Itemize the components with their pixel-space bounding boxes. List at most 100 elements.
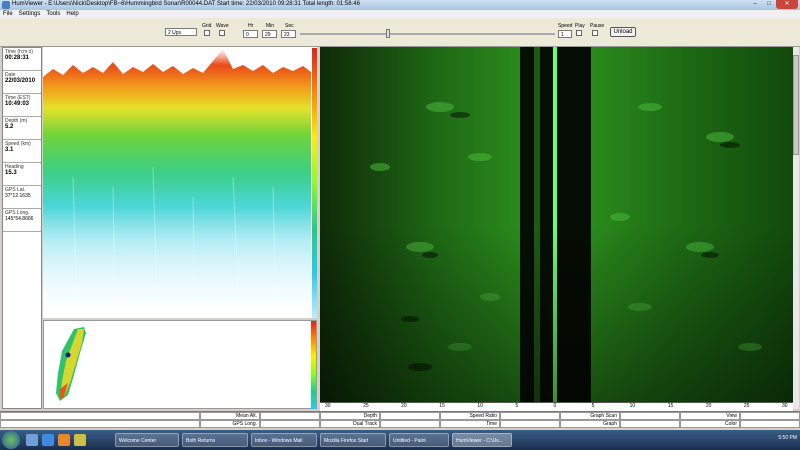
start-button[interactable] [2, 431, 20, 449]
down-sonar-view [43, 47, 317, 318]
ruler-label: 30 [325, 403, 331, 409]
ruler-label: 5 [515, 403, 519, 409]
speed-stepper[interactable]: 1 [558, 30, 572, 38]
table-cell-blank [380, 412, 440, 420]
info-depth: Depth (m) 5.2 [3, 117, 41, 140]
pause-checkbox[interactable] [592, 30, 598, 36]
taskbar-item-humviewer[interactable]: HumViewer - C:\Us... [452, 433, 512, 447]
side-sonar-image [320, 47, 793, 402]
table-cell-color: Color [680, 420, 740, 428]
info-gps-long-value: 145°54.8666 [5, 216, 34, 222]
info-time: Time (h:m:s) 00:28:31 [3, 48, 41, 71]
grid-checkbox[interactable] [204, 30, 210, 36]
info-panel: Time (h:m:s) 00:28:31 Date 22/03/2010 Time… [2, 47, 42, 409]
side-sonar-view [320, 47, 793, 402]
table-cell-graph: Graph [560, 420, 620, 428]
table-cell-blank [620, 420, 680, 428]
folder-icon[interactable] [74, 434, 86, 446]
grid-label: Grid [202, 23, 212, 29]
play-label: Play [575, 23, 585, 29]
table-cell-blank [380, 420, 440, 428]
menu-file[interactable]: File [3, 10, 13, 18]
track-plot [43, 320, 317, 409]
table-cell-dual-track: Dual Track [320, 420, 380, 428]
table-cell-graph-scan: Graph Scan [560, 412, 620, 420]
scrollbar-thumb[interactable] [793, 55, 799, 155]
table-cell-blank [740, 412, 800, 420]
table-cell-blank [500, 420, 560, 428]
ruler-label: 10 [477, 403, 483, 409]
table-cell-blank [0, 420, 200, 428]
table-cell-blank [260, 412, 320, 420]
time-slider[interactable] [386, 29, 390, 38]
min-stepper[interactable]: 29 [262, 30, 277, 38]
ruler-label: 25 [743, 403, 750, 409]
channel-select[interactable]: 2 Ups [165, 28, 197, 36]
menu-settings[interactable]: Settings [19, 10, 41, 18]
speed-label: Speed [558, 23, 573, 29]
track-path-image [56, 327, 86, 401]
table-cell-blank [260, 420, 320, 428]
ruler-label: 15 [667, 403, 674, 409]
table-cell-blank [500, 412, 560, 420]
show-desktop-icon[interactable] [26, 434, 38, 446]
menu-help[interactable]: Help [66, 10, 78, 18]
info-heading-value: 15.3 [5, 170, 17, 176]
ruler-label: 5 [591, 403, 595, 409]
boat-position-marker [65, 352, 71, 358]
hr-stepper[interactable]: 0 [243, 30, 258, 38]
firefox-icon[interactable] [58, 434, 70, 446]
info-date-value: 22/03/2010 [5, 78, 36, 84]
info-date: Date 22/03/2010 [3, 71, 41, 94]
table-cell-blank [0, 412, 200, 420]
wave-checkbox[interactable] [219, 30, 225, 36]
window-controls: – □ ✕ [748, 0, 798, 9]
app-icon [2, 1, 10, 9]
track-color-scale [311, 321, 316, 409]
taskbar-item-both-returns[interactable]: Both Returns [182, 433, 248, 447]
taskbar-item-welcome[interactable]: Welcome Center [115, 433, 179, 447]
info-gps-lat-value: 37°12.1635 [5, 193, 31, 199]
table-cell-depth: Depth [320, 412, 380, 420]
bottom-data-table: Mean Alt. Depth Speed Ratio Graph Scan V… [0, 411, 800, 428]
play-checkbox[interactable] [576, 30, 582, 36]
info-speed: Speed (km) 3.1 [3, 140, 41, 163]
taskbar-item-inbox[interactable]: Inbox - Windows Mail [251, 433, 317, 447]
info-depth-value: 5.2 [5, 124, 14, 130]
ie-icon[interactable] [42, 434, 54, 446]
ruler-label: 0 [553, 403, 557, 409]
close-button[interactable]: ✕ [776, 0, 798, 9]
ruler-label: 25 [363, 403, 369, 409]
info-time-est: Time (EST) 10:49:03 [3, 94, 41, 117]
pause-label: Pause [590, 23, 605, 29]
info-time-est-value: 10:49:03 [5, 101, 30, 107]
taskbar-item-paint[interactable]: Untitled - Paint [389, 433, 449, 447]
info-gps-long: GPS Long. 145°54.8666 [3, 209, 41, 232]
clock[interactable]: 5:50 PM [778, 435, 797, 441]
title-bar: HumViewer - E:\Users\Nick\Desktop\FB~6\H… [0, 0, 800, 10]
ruler-label: 20 [705, 403, 712, 409]
down-sonar-image [43, 47, 317, 318]
min-label: Min [266, 23, 275, 29]
info-gps-lat: GPS Lat. 37°12.1635 [3, 186, 41, 209]
info-speed-value: 3.1 [5, 147, 14, 153]
table-cell-mean-alt: Mean Alt. [200, 412, 260, 420]
ruler-label: 20 [401, 403, 407, 409]
table-cell-gps-long: GPS Long. [200, 420, 260, 428]
menu-bar: File Settings Tools Help [0, 10, 800, 18]
table-cell-blank [620, 412, 680, 420]
hr-label: Hr [248, 23, 254, 29]
ruler-label: 30 [782, 403, 788, 409]
vertical-scrollbar[interactable] [793, 47, 799, 409]
taskbar: Welcome Center Both Returns Inbox - Wind… [0, 430, 800, 450]
sec-stepper[interactable]: 23 [281, 30, 296, 38]
window-title: HumViewer - E:\Users\Nick\Desktop\FB~6\H… [12, 1, 360, 7]
minimize-button[interactable]: – [748, 0, 762, 9]
unload-button[interactable]: Unload [610, 27, 636, 37]
menu-tools[interactable]: Tools [46, 10, 60, 18]
table-cell-time: Time [440, 420, 500, 428]
maximize-button[interactable]: □ [762, 0, 776, 9]
taskbar-item-firefox[interactable]: Mozilla Firefox Start [320, 433, 386, 447]
time-slider-track [300, 33, 555, 35]
wave-label: Wave [216, 23, 229, 29]
